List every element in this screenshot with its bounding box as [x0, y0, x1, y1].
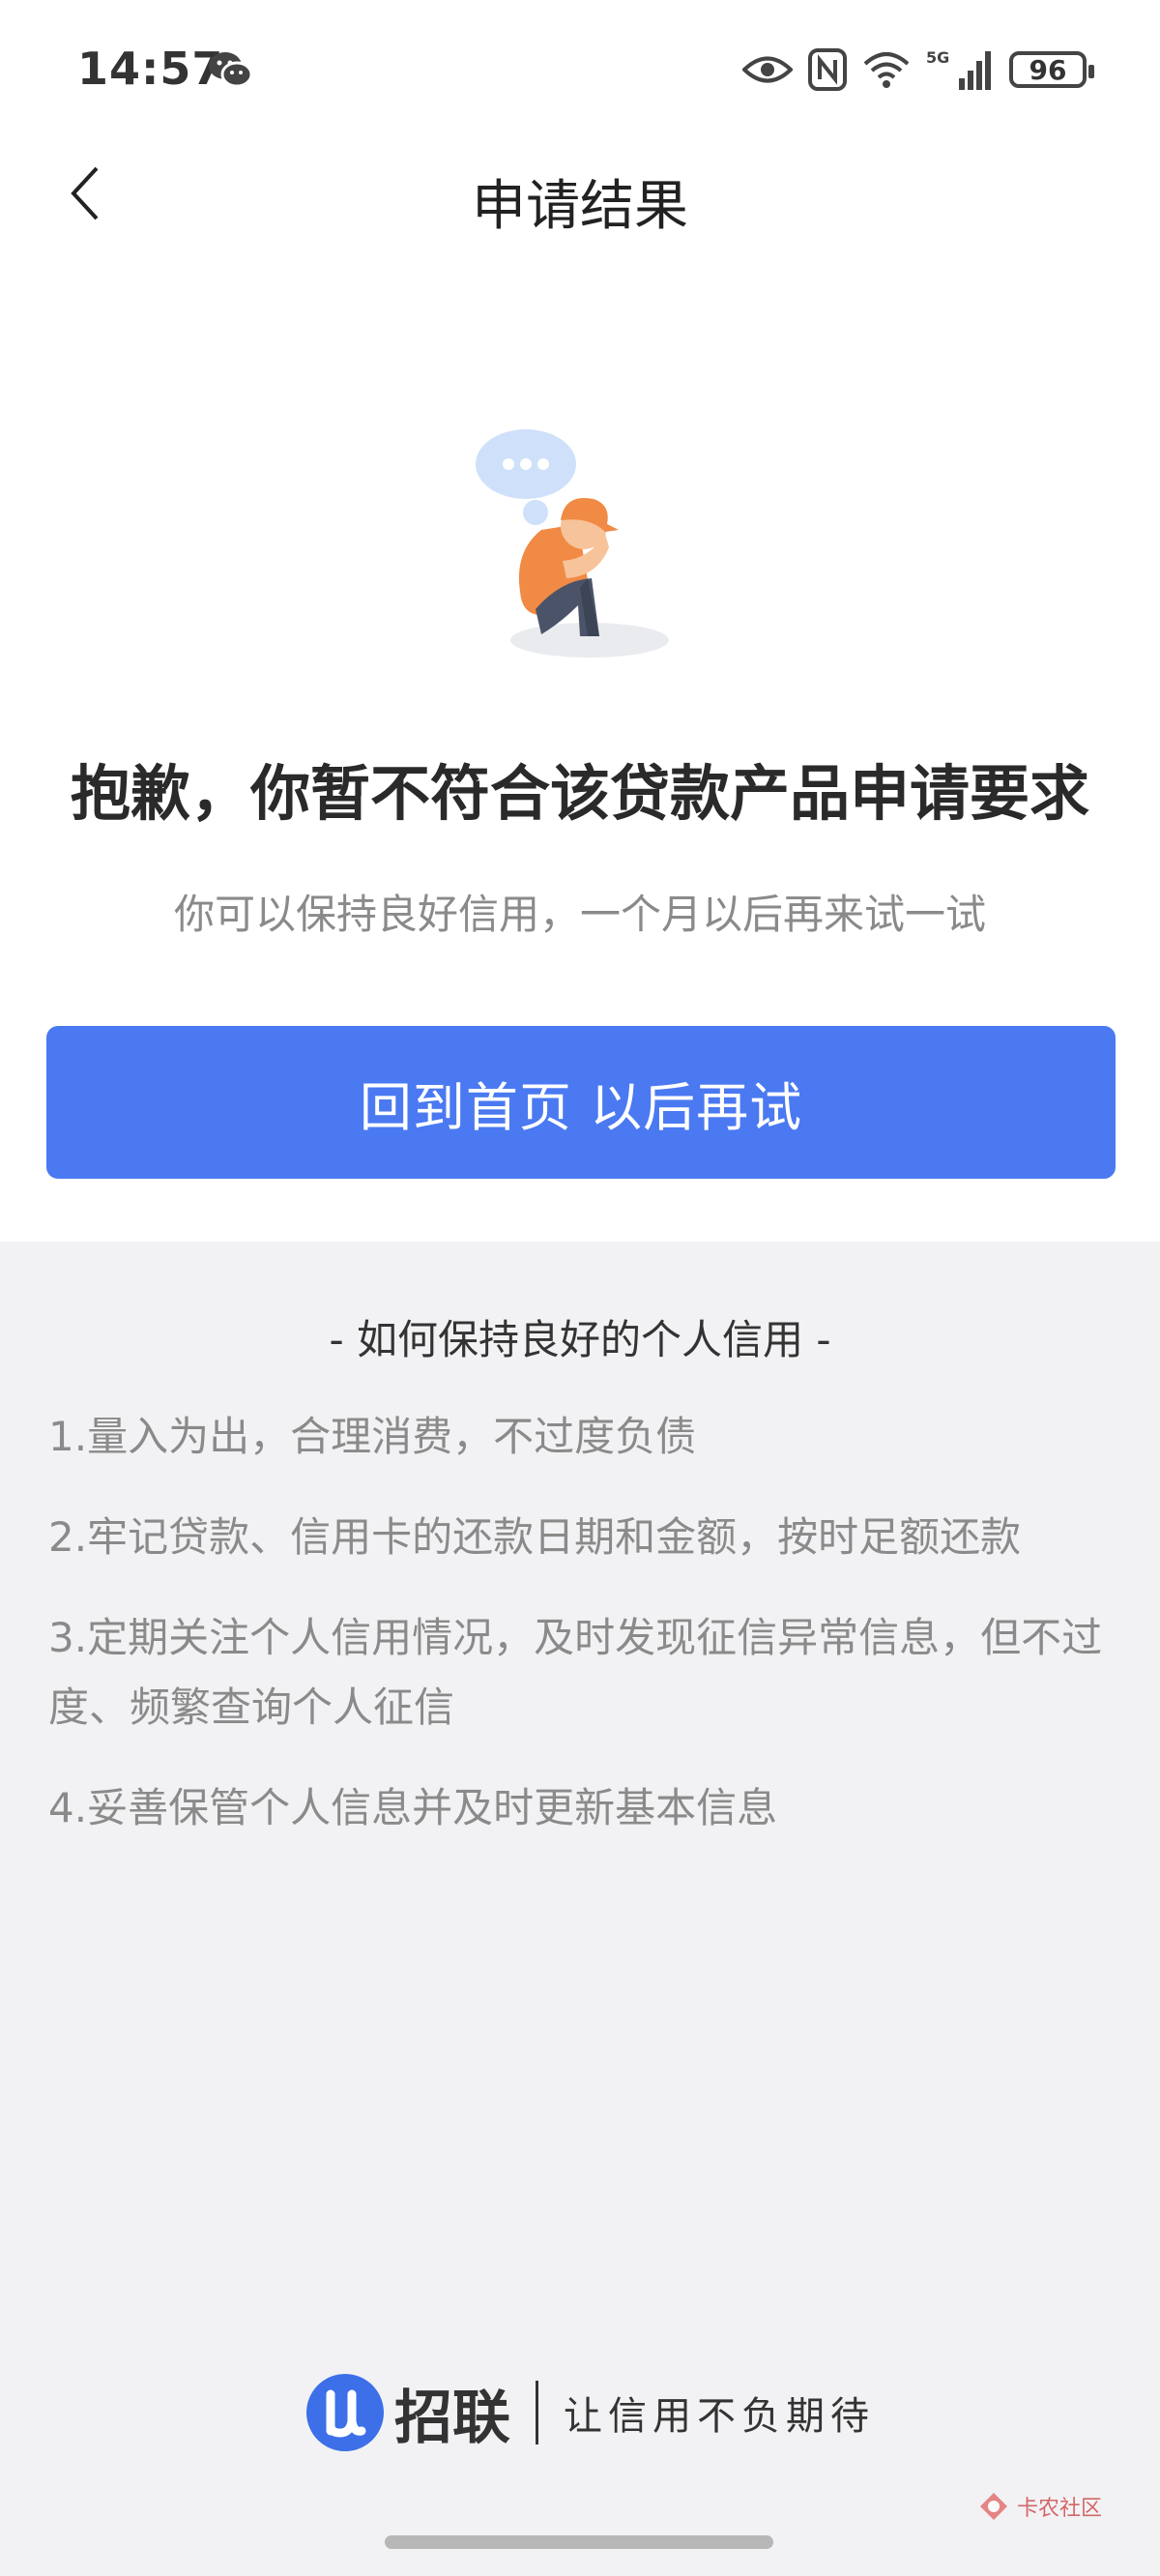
tips-list: 1.量入为出，合理消费，不过度负债 2.牢记贷款、信用卡的还款日期和金额，按时足…	[48, 1402, 1112, 1874]
watermark-text: 卡农社区	[1016, 2497, 1102, 2521]
result-subtext: 你可以保持良好信用，一个月以后再来试一试	[173, 891, 986, 938]
watermark: 卡农社区	[976, 2489, 1102, 2524]
tip-item: 3.定期关注个人信用情况，及时发现征信异常信息，但不过度、频繁查询个人征信	[48, 1614, 1103, 1731]
tip-item: 1.量入为出，合理消费，不过度负债	[48, 1413, 697, 1460]
brand-footer: 招联 让信用不负期待	[305, 2369, 875, 2456]
wechat-icon	[209, 52, 253, 88]
page-title: 申请结果	[472, 175, 688, 238]
battery-indicator: 96	[1009, 51, 1094, 88]
nav-bar: 申请结果	[0, 145, 1160, 242]
tip-item: 2.牢记贷款、信用卡的还款日期和金额，按时足额还款	[48, 1513, 1022, 1561]
status-bar: 14:57 5G 96	[0, 0, 1160, 145]
brand-name: 招联	[394, 2384, 510, 2452]
back-to-home-button[interactable]: 回到首页 以后再试	[46, 1026, 1116, 1179]
wifi-icon	[863, 52, 910, 88]
eye-icon	[742, 56, 793, 83]
tips-title: - 如何保持良好的个人信用 -	[329, 1316, 831, 1363]
watermark-logo-icon	[979, 2493, 1007, 2520]
home-indicator[interactable]	[385, 2535, 773, 2549]
status-icons: 5G 96	[742, 43, 1094, 97]
nfc-icon	[808, 48, 847, 91]
status-time: 14:57	[77, 43, 224, 95]
brand-slogan: 让信用不负期待	[564, 2394, 875, 2439]
tip-item: 4.妥善保管个人信息并及时更新基本信息	[48, 1784, 778, 1831]
signal-icon: 5G	[926, 48, 991, 90]
brand-divider	[536, 2381, 538, 2444]
brand-logo-icon	[306, 2374, 384, 2451]
network-type-label: 5G	[926, 48, 949, 67]
battery-level: 96	[1029, 53, 1067, 86]
result-headline: 抱歉，你暂不符合该贷款产品申请要求	[70, 758, 1089, 829]
sad-person-illustration	[476, 429, 669, 658]
